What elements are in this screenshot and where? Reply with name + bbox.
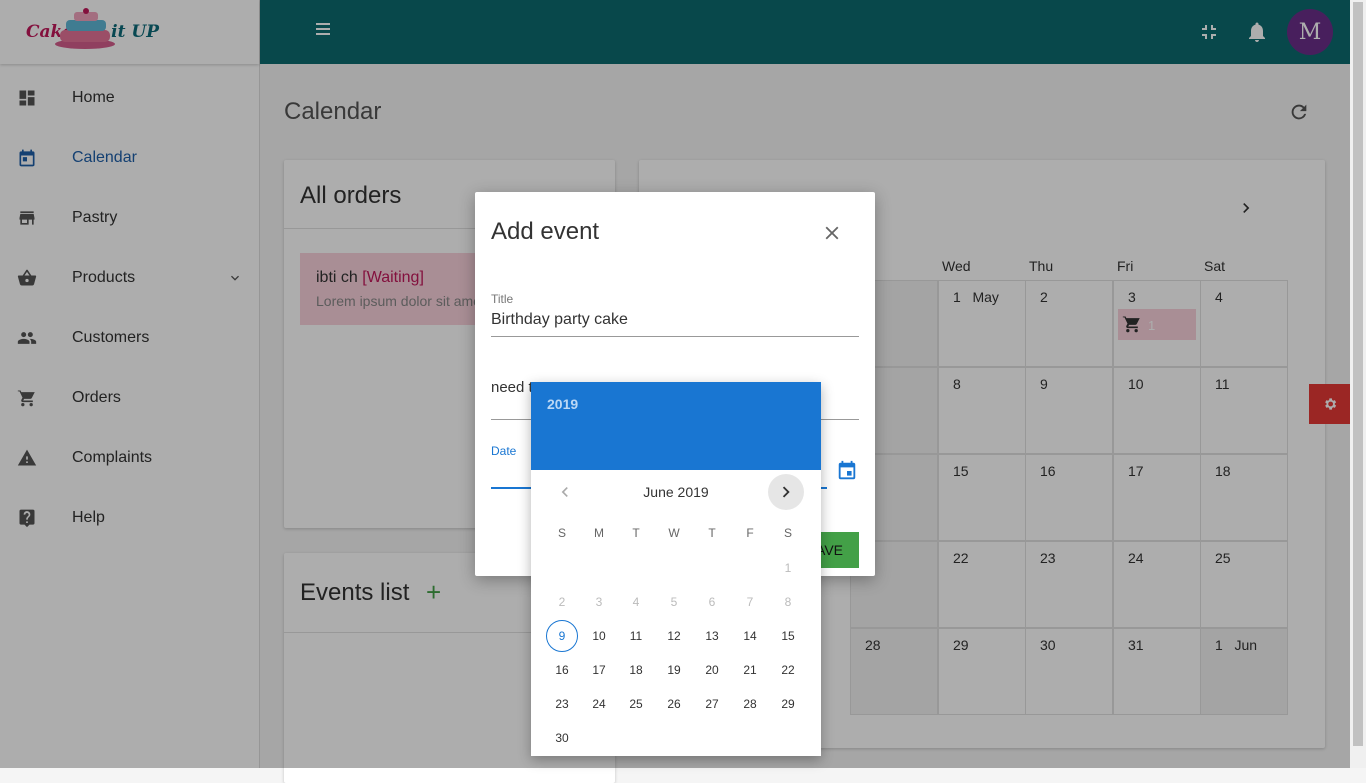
title-underline: [491, 336, 859, 337]
scrollbar-thumb[interactable]: [1353, 2, 1363, 746]
picker-weekday: S: [783, 526, 792, 540]
picker-day[interactable]: 18: [618, 653, 654, 687]
month-switcher: June 2019: [531, 474, 821, 510]
picker-day: 4: [632, 595, 640, 609]
picker-day[interactable]: 12: [656, 619, 692, 653]
page-scrollbar[interactable]: [1350, 0, 1366, 768]
picker-day[interactable]: 16: [544, 653, 580, 687]
picker-day[interactable]: 10: [581, 619, 617, 653]
picker-day: 7: [746, 595, 754, 609]
date-field-label: Date: [491, 444, 517, 458]
picker-weekday: T: [708, 526, 716, 540]
picker-day: 3: [595, 595, 603, 609]
picker-weekday: S: [557, 526, 566, 540]
picker-day[interactable]: 26: [656, 687, 692, 721]
picker-day[interactable]: 17: [581, 653, 617, 687]
chevron-right-icon: [782, 486, 790, 498]
dialog-title: Add event: [491, 218, 600, 245]
picker-day[interactable]: 19: [656, 653, 692, 687]
picker-day: 1: [784, 561, 792, 575]
picker-weekday: F: [746, 526, 754, 540]
picker-day[interactable]: 22: [770, 653, 806, 687]
title-field-label: Title: [491, 292, 514, 306]
picker-day[interactable]: 14: [732, 619, 768, 653]
picker-day[interactable]: 9: [546, 620, 578, 652]
title-input[interactable]: Birthday party cake: [491, 311, 628, 329]
picker-year[interactable]: 2019: [547, 396, 578, 412]
picker-weekday: W: [668, 526, 680, 540]
next-month-button[interactable]: [768, 474, 804, 510]
picker-day[interactable]: 20: [694, 653, 730, 687]
date-picker-header: 2019: [531, 382, 821, 470]
picker-day[interactable]: 25: [618, 687, 654, 721]
picker-day[interactable]: 15: [770, 619, 806, 653]
picker-day[interactable]: 30: [544, 721, 580, 755]
close-icon[interactable]: [821, 222, 843, 244]
picker-day[interactable]: 24: [581, 687, 617, 721]
picker-day[interactable]: 11: [618, 619, 654, 653]
picker-day[interactable]: 29: [770, 687, 806, 721]
picker-weekday: T: [632, 526, 640, 540]
picker-day[interactable]: 13: [694, 619, 730, 653]
picker-day: 6: [708, 595, 716, 609]
picker-day[interactable]: 28: [732, 687, 768, 721]
picker-weekday: M: [594, 526, 604, 540]
description-input[interactable]: need t: [491, 379, 533, 396]
picker-day[interactable]: 23: [544, 687, 580, 721]
date-picker: 2019 June 2019 S M T W T F S 1 2 3 4 5 6 7 8 9 10 11 12 13 1…: [531, 382, 821, 756]
previous-month-icon[interactable]: [555, 482, 575, 502]
picker-day[interactable]: 21: [732, 653, 768, 687]
picker-day[interactable]: 27: [694, 687, 730, 721]
picker-day: 5: [670, 595, 678, 609]
picker-day: 8: [784, 595, 792, 609]
picker-day: 2: [558, 595, 566, 609]
calendar-picker-icon[interactable]: [836, 460, 858, 482]
